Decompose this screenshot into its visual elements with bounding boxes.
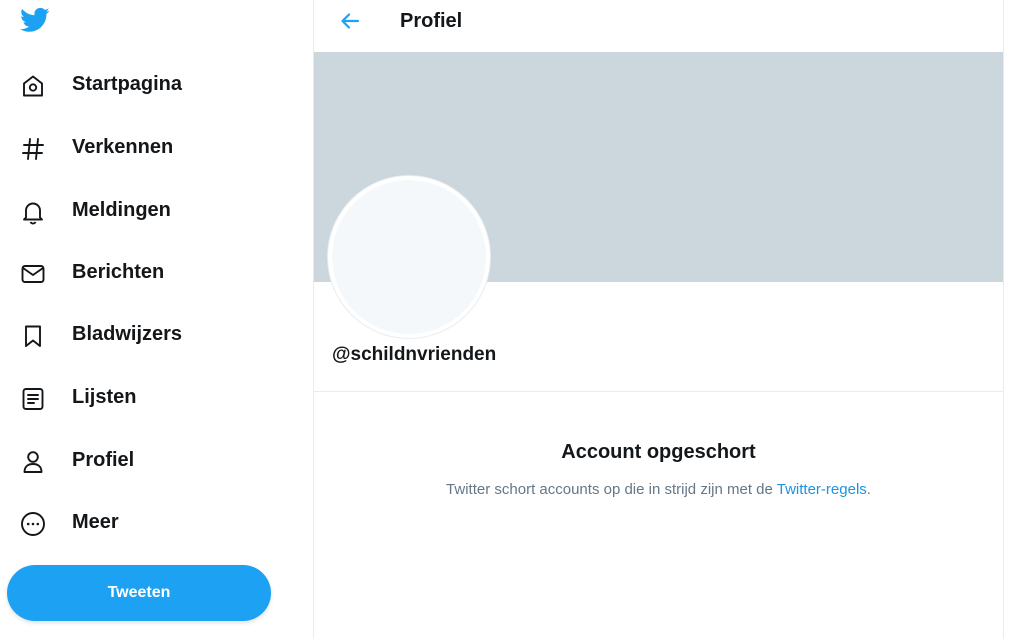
suspended-message-end: . [866,481,871,498]
back-arrow-icon[interactable] [338,8,364,34]
hashtag-icon [19,135,47,163]
profile-column: Profiel @schildnvrienden Account opgesch… [313,0,1004,639]
sidebar-item-label: Startpagina [72,73,183,95]
sidebar-item-profile[interactable]: Profiel [0,436,290,486]
bookmark-icon [19,322,47,350]
avatar[interactable] [328,176,490,338]
sidebar-item-lists[interactable]: Lijsten [0,373,290,423]
more-icon [19,510,47,538]
sidebar-item-label: Berichten [72,261,165,283]
profile-handle: @schildnvrienden [332,344,497,365]
sidebar-item-messages[interactable]: Berichten [0,248,290,298]
tweet-button[interactable]: Tweeten [7,565,271,621]
page-title: Profiel [400,10,463,32]
profile-header: Profiel [314,0,1003,52]
sidebar-item-label: Bladwijzers [72,323,183,345]
divider [314,391,1003,392]
sidebar-item-more[interactable]: Meer [0,498,290,548]
sidebar-item-label: Meer [72,511,119,533]
profile-icon [19,448,47,476]
sidebar-item-explore[interactable]: Verkennen [0,123,290,173]
app-window: Startpagina Verkennen Meldingen Berichte… [0,0,1024,639]
list-icon [19,385,47,413]
sidebar-item-notifications[interactable]: Meldingen [0,186,290,236]
sidebar-item-label: Meldingen [72,199,171,221]
suspended-message: Twitter schort accounts op die in strijd… [314,481,1003,498]
sidebar-item-home[interactable]: Startpagina [0,60,290,110]
twitter-bird-icon[interactable] [18,5,52,35]
suspended-title: Account opgeschort [561,441,756,463]
bell-icon [19,198,47,226]
suspended-message-text: Twitter schort accounts op die in strijd… [446,481,777,498]
home-icon [19,72,47,100]
sidebar-item-bookmarks[interactable]: Bladwijzers [0,310,290,360]
sidebar-item-label: Profiel [72,449,135,471]
envelope-icon [19,260,47,288]
sidebar: Startpagina Verkennen Meldingen Berichte… [0,0,313,639]
twitter-rules-link[interactable]: Twitter-regels [777,481,867,498]
sidebar-item-label: Verkennen [72,136,174,158]
sidebar-item-label: Lijsten [72,386,137,408]
